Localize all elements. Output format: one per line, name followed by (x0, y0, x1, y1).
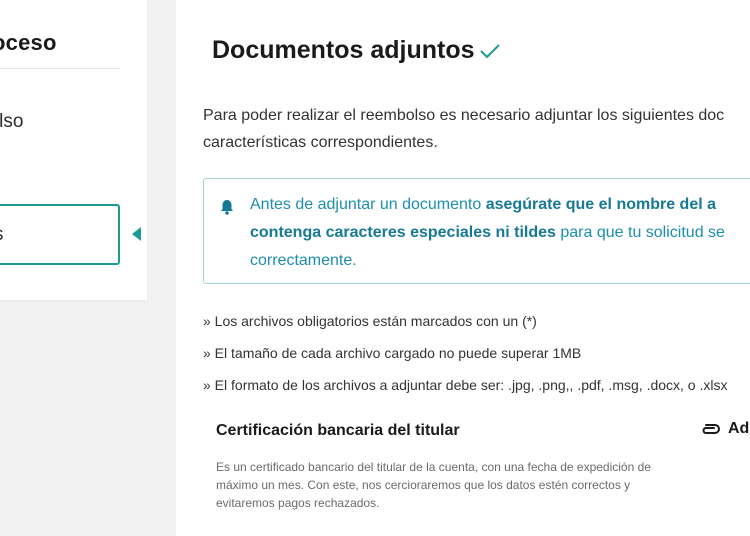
check-icon (479, 42, 501, 60)
sidebar-item-cuenta[interactable]: a (0, 148, 120, 208)
intro-line: Para poder realizar el reembolso es nece… (203, 107, 725, 124)
list-item: » El formato de los archivos a adjuntar … (203, 377, 728, 393)
paperclip-icon (702, 424, 720, 434)
notice-line3: correctamente. (250, 252, 357, 269)
document-title: Certificación bancaria del titular (216, 422, 460, 439)
active-step-caret-icon (132, 227, 141, 241)
sidebar-divider (0, 68, 120, 69)
sidebar-item-label: bolso (0, 111, 24, 132)
notice-box: Antes de adjuntar un documento asegúrate… (203, 178, 750, 284)
notice-line2-post: para que tu solicitud se (555, 224, 725, 241)
attach-button-label: Ad (728, 420, 750, 437)
sidebar-item-label: tos (0, 224, 3, 246)
intro-line: características correspondientes. (203, 134, 438, 151)
notice-line2-bold: contenga caracteres especiales ni tildes (250, 224, 556, 241)
notice-line1-bold: asegúrate que el nombre del a (485, 196, 717, 213)
list-item: » Los archivos obligatorios están marcad… (203, 313, 537, 329)
notice-line1-pre: Antes de adjuntar un documento (250, 196, 486, 213)
main-content: Documentos adjuntos Para poder realizar … (176, 0, 750, 536)
intro-text: Para poder realizar el reembolso es nece… (203, 102, 750, 156)
attach-button[interactable]: Ad (700, 420, 749, 438)
page-title: Documentos adjuntos (212, 36, 501, 65)
sidebar-item-reembolso[interactable]: bolso (0, 92, 120, 152)
document-description: Es un certificado bancario del titular d… (216, 460, 651, 510)
process-sidebar: oceso bolso a tos (0, 0, 147, 300)
notice-text: Antes de adjuntar un documento asegúrate… (250, 191, 750, 275)
list-item: » El tamaño de cada archivo cargado no p… (203, 345, 582, 361)
sidebar-item-documentos-active[interactable]: tos (0, 204, 120, 265)
bell-icon (220, 199, 234, 220)
sidebar-title: oceso (0, 30, 57, 55)
requirements-list: » Los archivos obligatorios están marcad… (203, 309, 728, 405)
page-title-text: Documentos adjuntos (212, 36, 475, 64)
